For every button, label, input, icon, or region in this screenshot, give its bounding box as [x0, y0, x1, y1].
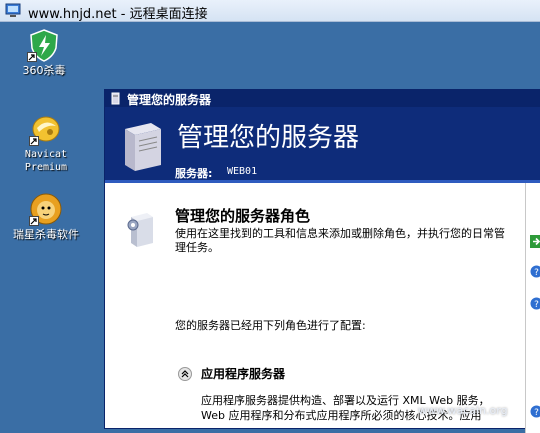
arrow-right-icon[interactable] — [530, 233, 540, 246]
roles-description: 使用在这里找到的工具和信息来添加或删除角色，并执行您的日常管理任务。 — [175, 227, 505, 255]
svg-text:?: ? — [534, 300, 539, 310]
svg-text:?: ? — [534, 268, 539, 278]
shield-icon — [27, 28, 61, 62]
chevron-up-icon — [179, 368, 191, 380]
server-roles-icon — [125, 211, 157, 249]
help-icon[interactable]: ? — [530, 263, 540, 276]
server-tower-icon — [117, 121, 165, 173]
window-banner: 管理您的服务器 服务器: WEB01 — [105, 107, 540, 180]
shortcut-arrow-icon — [29, 216, 39, 226]
roles-title: 管理您的服务器角色 — [175, 205, 310, 226]
window-titlebar[interactable]: 管理您的服务器 — [105, 90, 540, 107]
manage-server-window: 管理您的服务器 管理您的服务器 服务器: WEB01 — [104, 89, 540, 429]
help-icon[interactable]: ? — [530, 295, 540, 308]
rdp-titlebar[interactable]: www.hnjd.net - 远程桌面连接 — [0, 0, 540, 22]
svg-text:?: ? — [534, 408, 539, 418]
server-label: 服务器: — [175, 165, 212, 181]
app-server-role-title: 应用程序服务器 — [201, 365, 285, 382]
shortcut-arrow-icon — [27, 52, 37, 62]
configured-roles-text: 您的服务器已经用下列角色进行了配置: — [175, 317, 366, 333]
remote-desktop-icon — [5, 3, 21, 18]
navicat-icon — [29, 112, 63, 146]
collapse-section-button[interactable] — [178, 367, 192, 381]
main-content: 管理您的服务器角色 使用在这里找到的工具和信息来添加或删除角色，并执行您的日常管… — [105, 183, 525, 433]
desktop-icon-label: 360杀毒 — [4, 64, 84, 77]
server-small-icon — [109, 92, 122, 105]
right-task-pane: ? ? ? — [525, 183, 540, 433]
desktop-icon-label: 瑞星杀毒软件 — [6, 228, 86, 241]
window-title: 管理您的服务器 — [127, 91, 211, 108]
shortcut-arrow-icon — [29, 136, 39, 146]
banner-heading: 管理您的服务器 — [177, 117, 359, 154]
desktop-icon-label: Navicat Premium — [6, 148, 86, 174]
help-icon[interactable]: ? — [530, 403, 540, 416]
desktop-icon-rising[interactable]: 瑞星杀毒软件 — [6, 192, 86, 241]
lion-icon — [29, 192, 63, 226]
server-name: WEB01 — [227, 166, 257, 177]
watermark: www.wacain.org — [418, 404, 508, 417]
desktop-icon-navicat[interactable]: Navicat Premium — [6, 112, 86, 174]
desktop-icon-360[interactable]: 360杀毒 — [4, 28, 84, 77]
rdp-window-title: www.hnjd.net - 远程桌面连接 — [28, 3, 208, 22]
